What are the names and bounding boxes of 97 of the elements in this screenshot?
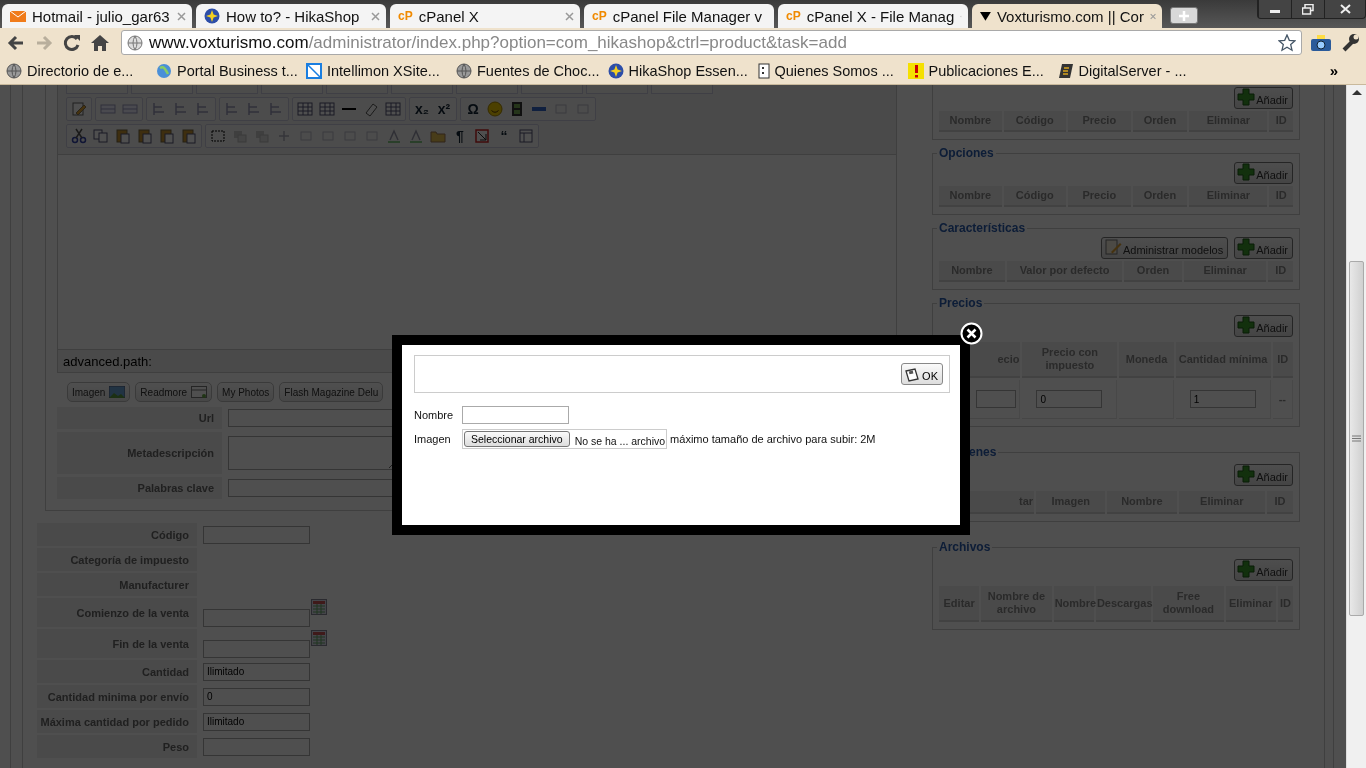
scroll-up-icon[interactable] <box>1351 89 1362 95</box>
superscript-button[interactable]: x² <box>433 99 455 119</box>
bookmark[interactable]: Directorio de e... <box>6 62 148 79</box>
editor-button[interactable]: My Photos <box>217 382 275 402</box>
bookmark[interactable]: Fuentes de Choc... <box>456 62 600 79</box>
star-icon <box>607 62 624 79</box>
upload-size-note: máximo tamaño de archivo para subir: 2M <box>670 433 876 445</box>
edit-icon <box>1103 238 1122 256</box>
more-bookmarks-button[interactable]: » <box>1329 62 1338 79</box>
text-field[interactable]: 0 <box>203 687 310 706</box>
text-field[interactable]: Ilimitado <box>203 662 310 681</box>
date-field[interactable] <box>203 640 310 658</box>
add-button[interactable]: Añadir <box>1234 162 1293 184</box>
close-icon <box>1339 4 1351 14</box>
home-icon[interactable] <box>90 32 110 53</box>
reload-icon[interactable] <box>62 32 82 53</box>
bookmark[interactable]: Intellimon XSite... <box>306 62 448 79</box>
envelope-icon <box>10 9 26 23</box>
name-field[interactable] <box>462 406 569 424</box>
smiley-icon[interactable] <box>484 99 506 119</box>
browser-tab[interactable]: cP cPanel X - File Manag <box>778 4 968 28</box>
browser-tab[interactable]: How to? - HikaShop <box>196 4 386 28</box>
new-tab-button[interactable] <box>1170 7 1198 24</box>
text-field[interactable] <box>976 390 1017 408</box>
scrollbar[interactable] <box>1346 85 1366 768</box>
paragraph-mark-button[interactable]: ¶ <box>449 126 471 146</box>
grip-icon <box>1352 435 1361 442</box>
table-icon[interactable] <box>316 99 338 119</box>
section-title: enes <box>968 445 998 459</box>
plus-icon <box>1237 316 1256 334</box>
editor-button[interactable]: Flash Magazine Delu <box>279 382 384 402</box>
field-label: Nombre <box>414 409 455 421</box>
logo-icon: cP <box>592 9 607 23</box>
text-field[interactable] <box>203 737 310 756</box>
calendar-icon[interactable] <box>311 630 327 646</box>
section-title: Precios <box>938 296 984 310</box>
table-cell: -- <box>1278 393 1286 405</box>
text-field[interactable]: 1 <box>1189 390 1256 408</box>
logo-icon <box>1057 62 1074 79</box>
star-icon[interactable] <box>1278 33 1296 52</box>
page-icon <box>757 62 770 79</box>
logo-icon: cP <box>786 9 801 23</box>
text-field[interactable]: 0 <box>1036 390 1103 408</box>
warning-icon <box>907 62 924 79</box>
special-character-button[interactable]: Ω <box>462 99 484 119</box>
globe-icon <box>456 62 472 79</box>
settings-icon[interactable] <box>1340 32 1360 53</box>
page-icon <box>191 386 208 398</box>
browser-tab[interactable]: Voxturismo.com || Cor <box>972 4 1162 28</box>
plus-icon <box>1237 465 1256 483</box>
add-button[interactable]: Añadir <box>1234 237 1293 259</box>
add-button[interactable]: Añadir <box>1234 559 1293 581</box>
bookmark[interactable]: Publicaciones E... <box>907 62 1050 79</box>
editor-button[interactable]: Readmore <box>135 382 213 402</box>
blockquote-button[interactable]: “ <box>493 126 515 146</box>
editor-area[interactable] <box>57 155 897 350</box>
field-label: Imagen <box>414 433 452 445</box>
bookmark[interactable]: DigitalServer - ... <box>1057 62 1200 79</box>
globe-icon <box>156 62 172 79</box>
plus-icon <box>1237 88 1256 106</box>
bookmark[interactable]: Quienes Somos ... <box>757 62 900 79</box>
plus-icon <box>1237 560 1256 578</box>
section-title: Características <box>938 221 1027 235</box>
browser-tab[interactable]: Hotmail - julio_gar63 <box>2 4 192 28</box>
restore-icon <box>1302 3 1314 15</box>
plus-icon <box>1237 163 1256 181</box>
square-icon <box>306 62 322 79</box>
browser-tab[interactable]: cP cPanel X <box>390 4 580 28</box>
table-icon[interactable] <box>382 99 404 119</box>
text-field[interactable] <box>203 525 310 544</box>
camera-icon[interactable] <box>1310 33 1332 52</box>
table-icon[interactable] <box>294 99 316 119</box>
add-button[interactable]: Añadir <box>1234 464 1293 486</box>
star-icon <box>204 8 220 24</box>
section-title: Archivos <box>938 540 992 554</box>
url-text: www.voxturismo.com/administrator/index.php?option=com_hikashop&ctrl=product&task=add <box>149 32 848 53</box>
globe-icon <box>6 62 22 79</box>
scrollbar-thumb[interactable] <box>1349 261 1364 616</box>
choose-file-button[interactable]: Seleccionar archivo <box>464 431 570 447</box>
globe-icon <box>127 34 143 51</box>
file-status: No se ha ... archivo <box>574 435 666 448</box>
text-field[interactable]: Ilimitado <box>203 712 310 731</box>
plus-icon <box>1237 238 1256 256</box>
ok-button[interactable]: OK <box>901 363 943 385</box>
add-button[interactable]: Añadir <box>1234 87 1293 109</box>
section-title: Opciones <box>938 146 995 160</box>
plus-icon <box>1179 10 1189 21</box>
address-bar[interactable]: www.voxturismo.com/administrator/index.php?option=com_hikashop&ctrl=product&task=add <box>121 30 1302 55</box>
browser-tab[interactable]: cP cPanel File Manager v <box>584 4 774 28</box>
bookmark[interactable]: HikaShop Essen... <box>607 62 750 79</box>
calendar-icon[interactable] <box>311 599 327 615</box>
logo-icon: cP <box>398 9 413 23</box>
subscript-button[interactable]: x₂ <box>411 99 433 119</box>
date-field[interactable] <box>203 609 310 627</box>
bookmark[interactable]: Portal Business t... <box>156 62 298 79</box>
add-button[interactable]: Añadir <box>1234 315 1293 337</box>
image-icon <box>109 386 126 398</box>
